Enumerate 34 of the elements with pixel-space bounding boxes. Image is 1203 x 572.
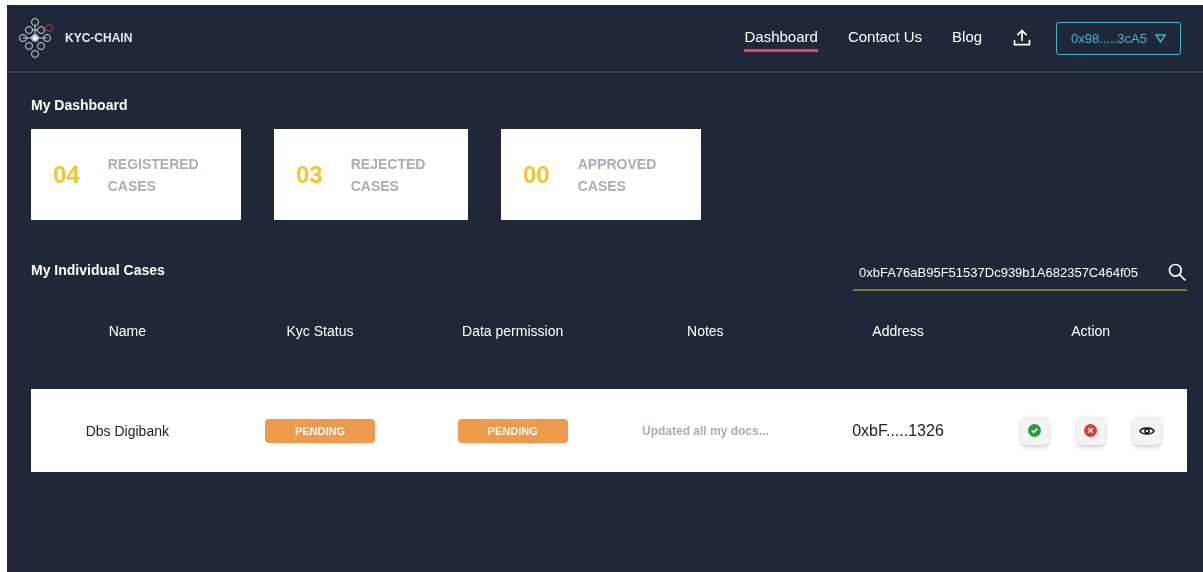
stat-value: 00 <box>523 160 550 189</box>
section-title: My Dashboard <box>31 97 129 113</box>
search-field[interactable]: 0xbFA76aB95F51537Dc939b1A682357C464f05 <box>859 264 1159 280</box>
check-icon <box>1028 424 1042 437</box>
nav-link[interactable]: Dashboard <box>744 24 818 52</box>
logo-text: KYC-CHAIN <box>65 31 133 45</box>
stat-value: 04 <box>53 160 80 189</box>
eye-icon <box>1138 424 1155 437</box>
column-header: Address <box>872 323 924 339</box>
search-icon[interactable] <box>1167 262 1187 282</box>
nav-link[interactable]: Blog <box>952 24 983 52</box>
status-badge: PENDING <box>265 418 375 443</box>
close-icon <box>1084 424 1098 437</box>
column-header: Action <box>1071 323 1111 339</box>
caret-icon <box>1155 33 1166 43</box>
table-cell: Dbs Digibank <box>85 422 169 439</box>
account-dropdown[interactable]: 0x98.....3cA5 <box>1056 21 1181 55</box>
section-title: My Individual Cases <box>31 261 165 278</box>
table-cell: 0xbF.....1326 <box>852 421 944 440</box>
approve-button[interactable] <box>1020 416 1049 445</box>
table-cell: Updated all my docs... <box>641 423 769 438</box>
view-button[interactable] <box>1132 416 1161 445</box>
upload-icon[interactable] <box>1012 28 1033 48</box>
stat-label: REJECTED CASES <box>350 154 426 196</box>
column-header: Notes <box>687 323 724 339</box>
column-header: Data permission <box>462 323 564 339</box>
column-header: Name <box>108 323 146 339</box>
column-header: Kyc Status <box>286 323 354 339</box>
reject-button[interactable] <box>1076 416 1105 445</box>
nav-link[interactable]: Contact Us <box>847 24 923 52</box>
status-badge: PENDING <box>457 418 568 443</box>
stat-value: 03 <box>296 160 323 189</box>
stat-label: APPROVED CASES <box>577 154 657 196</box>
stat-label: REGISTERED CASES <box>107 154 199 196</box>
